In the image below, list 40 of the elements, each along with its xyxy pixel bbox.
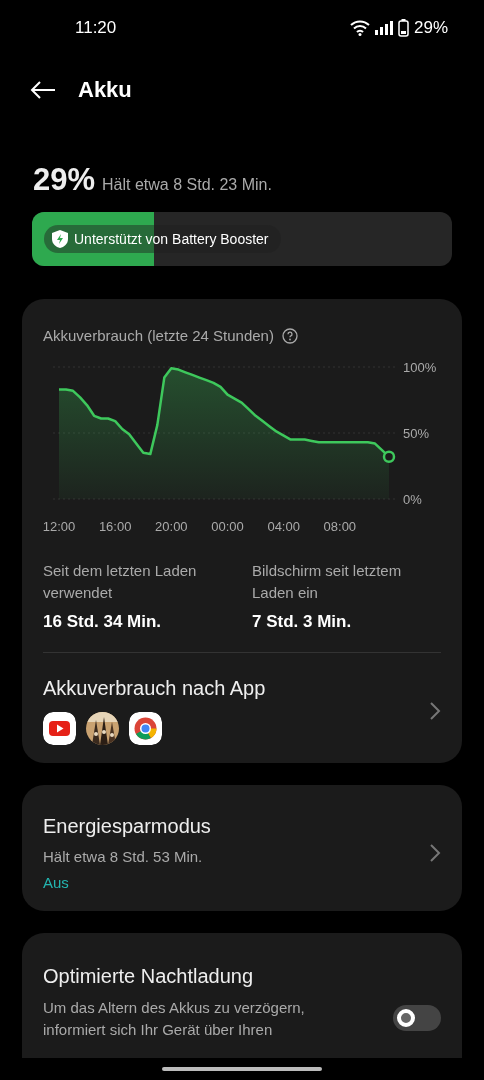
- setting-title: Energiesparmodus: [43, 815, 211, 838]
- badge-text: Unterstützt von Battery Booster: [74, 231, 269, 247]
- help-icon[interactable]: [281, 327, 298, 344]
- battery-percentage: 29%: [413, 18, 448, 38]
- axis-label: 08:00: [323, 519, 357, 534]
- wifi-icon: [349, 20, 370, 36]
- axis-label: 16:00: [98, 519, 132, 534]
- stat-label: Seit dem letzten Laden verwendet: [43, 561, 198, 603]
- chevron-right-icon: [429, 843, 441, 863]
- axis-label: 00:00: [211, 519, 244, 534]
- stat-value: 7 Std. 3 Min.: [252, 612, 353, 632]
- setting-description: Um das Altern des Akkus zu verzögern, informiert sich Ihr Gerät über Ihren: [43, 998, 306, 1040]
- signal-icon: [374, 21, 393, 35]
- back-arrow-icon[interactable]: [30, 80, 56, 100]
- battery-level-text: 29%: [33, 162, 96, 198]
- axis-label: 0%: [403, 492, 422, 507]
- remaining-time: Hält etwa 8 Std. 23 Min.: [102, 176, 272, 194]
- browser-icon[interactable]: [129, 712, 162, 745]
- axis-label: 50%: [403, 426, 430, 441]
- setting-status: Aus: [43, 874, 70, 891]
- stat-value: 16 Std. 34 Min.: [43, 612, 163, 632]
- clock: 11:20: [75, 18, 117, 38]
- axis-label: 20:00: [155, 519, 188, 534]
- shield-icon: [52, 230, 68, 248]
- power-saving-card[interactable]: Energiesparmodus Hält etwa 8 Std. 53 Min. Aus: [22, 785, 462, 911]
- setting-subtitle: Hält etwa 8 Std. 53 Min.: [43, 848, 204, 865]
- play-icon[interactable]: [43, 712, 76, 745]
- chevron-right-icon: [429, 701, 441, 721]
- stat-label: Bildschirm seit letztem Laden ein: [252, 561, 403, 603]
- setting-title: Optimierte Nachtladung: [43, 965, 255, 988]
- chart-title: Akkuverbrauch (letzte 24 Stunden): [43, 327, 274, 344]
- app-usage-row[interactable]: Akkuverbrauch nach App: [43, 653, 441, 745]
- section-title: Akkuverbrauch nach App: [43, 677, 266, 700]
- end-point-marker: [382, 450, 396, 463]
- axis-label: 100%: [403, 360, 437, 375]
- page-title: Akku: [78, 77, 132, 103]
- axis-label: 04:00: [267, 519, 300, 534]
- axis-label: 12:00: [43, 519, 76, 534]
- toggle-switch[interactable]: [393, 1005, 441, 1031]
- battery-icon: [397, 19, 409, 37]
